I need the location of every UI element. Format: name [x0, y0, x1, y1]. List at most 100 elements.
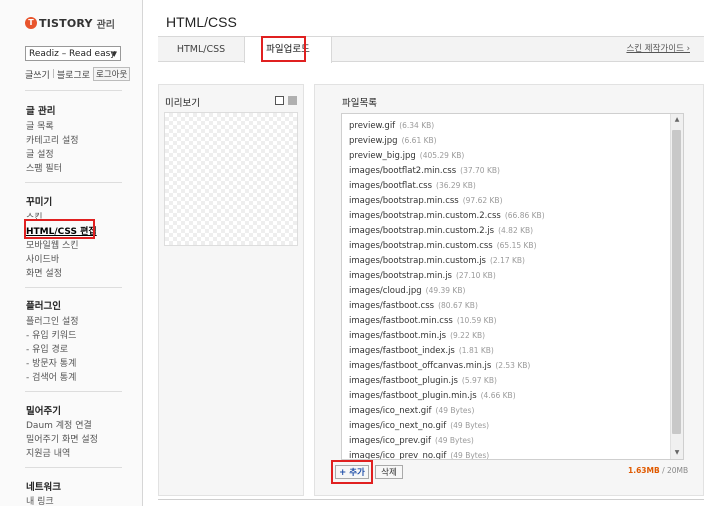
menu-item-skin[interactable]: 스킨 — [26, 210, 43, 223]
list-item[interactable]: images/ico_next.gif (49 Bytes) — [349, 406, 474, 416]
gray-background-toggle[interactable] — [288, 96, 297, 105]
file-name: images/bootstrap.min.custom.2.js — [349, 226, 495, 236]
dropdown-arrow-icon: ▼ — [111, 50, 117, 58]
preview-panel: 미리보기 — [158, 84, 304, 496]
menu-item-plugin-settings[interactable]: 플러그인 설정 — [26, 314, 79, 327]
scroll-thumb[interactable] — [672, 130, 681, 434]
file-name: images/bootflat2.min.css — [349, 166, 457, 176]
menu-item-my-links[interactable]: 내 링크 — [26, 494, 54, 506]
file-size: (49 Bytes) — [435, 406, 475, 415]
file-name: images/fastboot.min.js — [349, 331, 447, 341]
file-list[interactable]: preview.gif (6.34 KB) preview.jpg (6.61 KB… — [341, 113, 684, 460]
file-name: images/fastboot_plugin.js — [349, 376, 458, 386]
list-item[interactable]: images/bootstrap.min.css (97.62 KB) — [349, 196, 503, 206]
list-item[interactable]: preview.jpg (6.61 KB) — [349, 136, 437, 146]
file-name: images/bootstrap.min.css — [349, 196, 459, 206]
divider — [158, 499, 704, 500]
list-item[interactable]: images/fastboot.min.js (9.22 KB) — [349, 331, 485, 341]
menu-item-spam-filter[interactable]: 스팸 필터 — [26, 161, 62, 174]
write-link[interactable]: 글쓰기 — [25, 68, 50, 81]
menu-item-daum-account[interactable]: Daum 계정 연결 — [26, 418, 92, 431]
file-name: images/fastboot_offcanvas.min.js — [349, 361, 492, 371]
list-item[interactable]: images/ico_next_no.gif (49 Bytes) — [349, 421, 489, 431]
file-size: (4.66 KB) — [480, 391, 516, 400]
list-item[interactable]: images/fastboot.min.css (10.59 KB) — [349, 316, 497, 326]
divider — [25, 391, 122, 392]
list-item[interactable]: images/bootflat.css (36.29 KB) — [349, 181, 476, 191]
file-size: (10.59 KB) — [456, 316, 497, 325]
brand[interactable]: T TISTORY 관리 — [25, 14, 115, 32]
white-background-toggle[interactable] — [275, 96, 284, 105]
menu-item-category-settings[interactable]: 카테고리 설정 — [26, 133, 79, 146]
divider — [25, 90, 122, 91]
add-file-button[interactable]: + 추가 — [335, 465, 369, 479]
scroll-up-arrow-icon[interactable]: ▲ — [671, 114, 683, 126]
menu-item-screen-settings[interactable]: 화면 설정 — [26, 266, 62, 279]
file-list-scrollbar[interactable]: ▲ ▼ — [670, 114, 683, 459]
menu-item-inflow-keywords[interactable]: - 유입 키워드 — [26, 328, 76, 341]
file-name: images/fastboot_plugin.min.js — [349, 391, 477, 401]
storage-total: / 20MB — [659, 466, 689, 475]
list-item[interactable]: images/fastboot_plugin.js (5.97 KB) — [349, 376, 497, 386]
file-name: preview.gif — [349, 121, 396, 131]
list-item[interactable]: images/bootstrap.min.js (27.10 KB) — [349, 271, 496, 281]
brand-sub: 관리 — [96, 19, 116, 31]
file-list-label: 파일목록 — [342, 98, 377, 109]
menu-item-funding-history[interactable]: 지원금 내역 — [26, 446, 70, 459]
section-title-plugins: 플러그인 — [26, 301, 61, 312]
delete-file-button[interactable]: 삭제 — [375, 465, 403, 479]
file-size: (9.22 KB) — [450, 331, 486, 340]
divider — [25, 467, 122, 468]
file-size: (4.82 KB) — [498, 226, 534, 235]
menu-item-html-css-edit[interactable]: HTML/CSS 편집 — [26, 224, 97, 237]
preview-label: 미리보기 — [165, 98, 200, 109]
list-item[interactable]: preview_big.jpg (405.29 KB) — [349, 151, 464, 161]
storage-usage: 1.63MB / 20MB — [628, 466, 688, 475]
file-size: (49 Bytes) — [435, 436, 474, 445]
top-links: 글쓰기 | 블로그로 로그아웃 — [25, 67, 131, 81]
file-size: (2.17 KB) — [489, 256, 525, 265]
list-item[interactable]: images/bootstrap.min.custom.2.css (66.86 … — [349, 211, 545, 221]
file-name: images/fastboot.css — [349, 301, 435, 311]
file-name: images/ico_next.gif — [349, 406, 432, 416]
tab-file-upload[interactable]: 파일업로드 — [244, 37, 332, 63]
list-item[interactable]: images/bootstrap.min.custom.css (65.15 KB… — [349, 241, 537, 251]
list-item[interactable]: images/bootstrap.min.custom.js (2.17 KB) — [349, 256, 525, 266]
file-size: (49 Bytes) — [450, 421, 490, 430]
tistory-logo-icon: T — [25, 17, 37, 29]
section-title-posts: 글 관리 — [26, 106, 56, 117]
list-item[interactable]: images/ico_prev.gif (49 Bytes) — [349, 436, 474, 446]
menu-item-search-stats[interactable]: - 검색어 통계 — [26, 370, 76, 383]
scroll-down-arrow-icon[interactable]: ▼ — [671, 447, 683, 459]
list-item[interactable]: images/ico_prev_no.gif (49 Bytes) — [349, 451, 489, 459]
menu-item-post-settings[interactable]: 글 설정 — [26, 147, 54, 160]
list-item[interactable]: images/fastboot_offcanvas.min.js (2.53 KB… — [349, 361, 530, 371]
list-item[interactable]: images/fastboot_plugin.min.js (4.66 KB) — [349, 391, 516, 401]
menu-item-push-screen-settings[interactable]: 밀어주기 화면 설정 — [26, 432, 98, 445]
file-name: images/cloud.jpg — [349, 286, 422, 296]
menu-item-post-list[interactable]: 글 목록 — [26, 119, 54, 132]
list-item[interactable]: images/cloud.jpg (49.39 KB) — [349, 286, 465, 296]
blog-select[interactable]: Readiz – Read easy ▼ — [25, 46, 121, 61]
menu-item-inflow-path[interactable]: - 유입 경로 — [26, 342, 68, 355]
file-size: (36.29 KB) — [436, 181, 476, 190]
list-item[interactable]: images/fastboot_index.js (1.81 KB) — [349, 346, 494, 356]
divider — [25, 287, 122, 288]
skin-guide-link[interactable]: 스킨 제작가이드 › — [626, 37, 690, 62]
menu-item-visitor-stats[interactable]: - 방문자 통계 — [26, 356, 76, 369]
menu-item-sidebar[interactable]: 사이드바 — [26, 252, 59, 265]
list-item[interactable]: preview.gif (6.34 KB) — [349, 121, 434, 131]
file-name: images/bootstrap.min.custom.js — [349, 256, 486, 266]
tab-html-css[interactable]: HTML/CSS — [158, 37, 244, 62]
menu-item-mobile-skin[interactable]: 모바일웹 스킨 — [26, 238, 79, 251]
file-size: (5.97 KB) — [461, 376, 497, 385]
tab-bar: HTML/CSS 파일업로드 스킨 제작가이드 › — [158, 36, 704, 63]
logout-button[interactable]: 로그아웃 — [93, 67, 131, 81]
list-item[interactable]: images/fastboot.css (80.67 KB) — [349, 301, 478, 311]
list-item[interactable]: images/bootstrap.min.custom.2.js (4.82 KB… — [349, 226, 533, 236]
list-item[interactable]: images/bootflat2.min.css (37.70 KB) — [349, 166, 500, 176]
blog-home-link[interactable]: 블로그로 — [57, 68, 90, 81]
file-size: (66.86 KB) — [504, 211, 545, 220]
file-size: (27.10 KB) — [455, 271, 496, 280]
file-name: images/bootstrap.min.custom.css — [349, 241, 493, 251]
